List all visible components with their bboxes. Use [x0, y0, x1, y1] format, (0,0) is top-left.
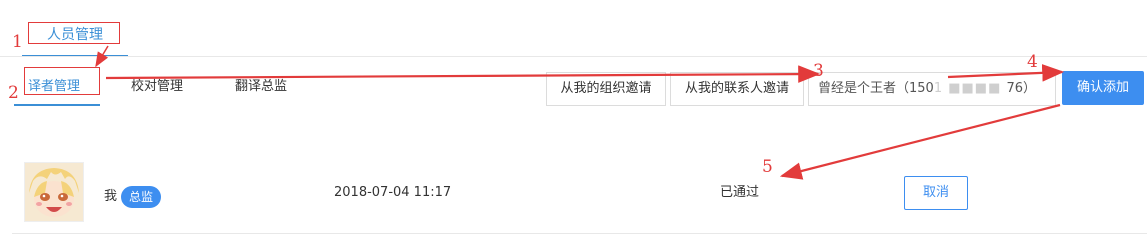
annotation-arrow-2-3 — [105, 65, 821, 83]
annotation-arrows — [95, 45, 1065, 180]
annotation-arrow-4-5 — [779, 103, 1061, 180]
annotation-arrow-3-4 — [947, 64, 1065, 82]
annotation-arrow-1-2 — [95, 45, 109, 68]
